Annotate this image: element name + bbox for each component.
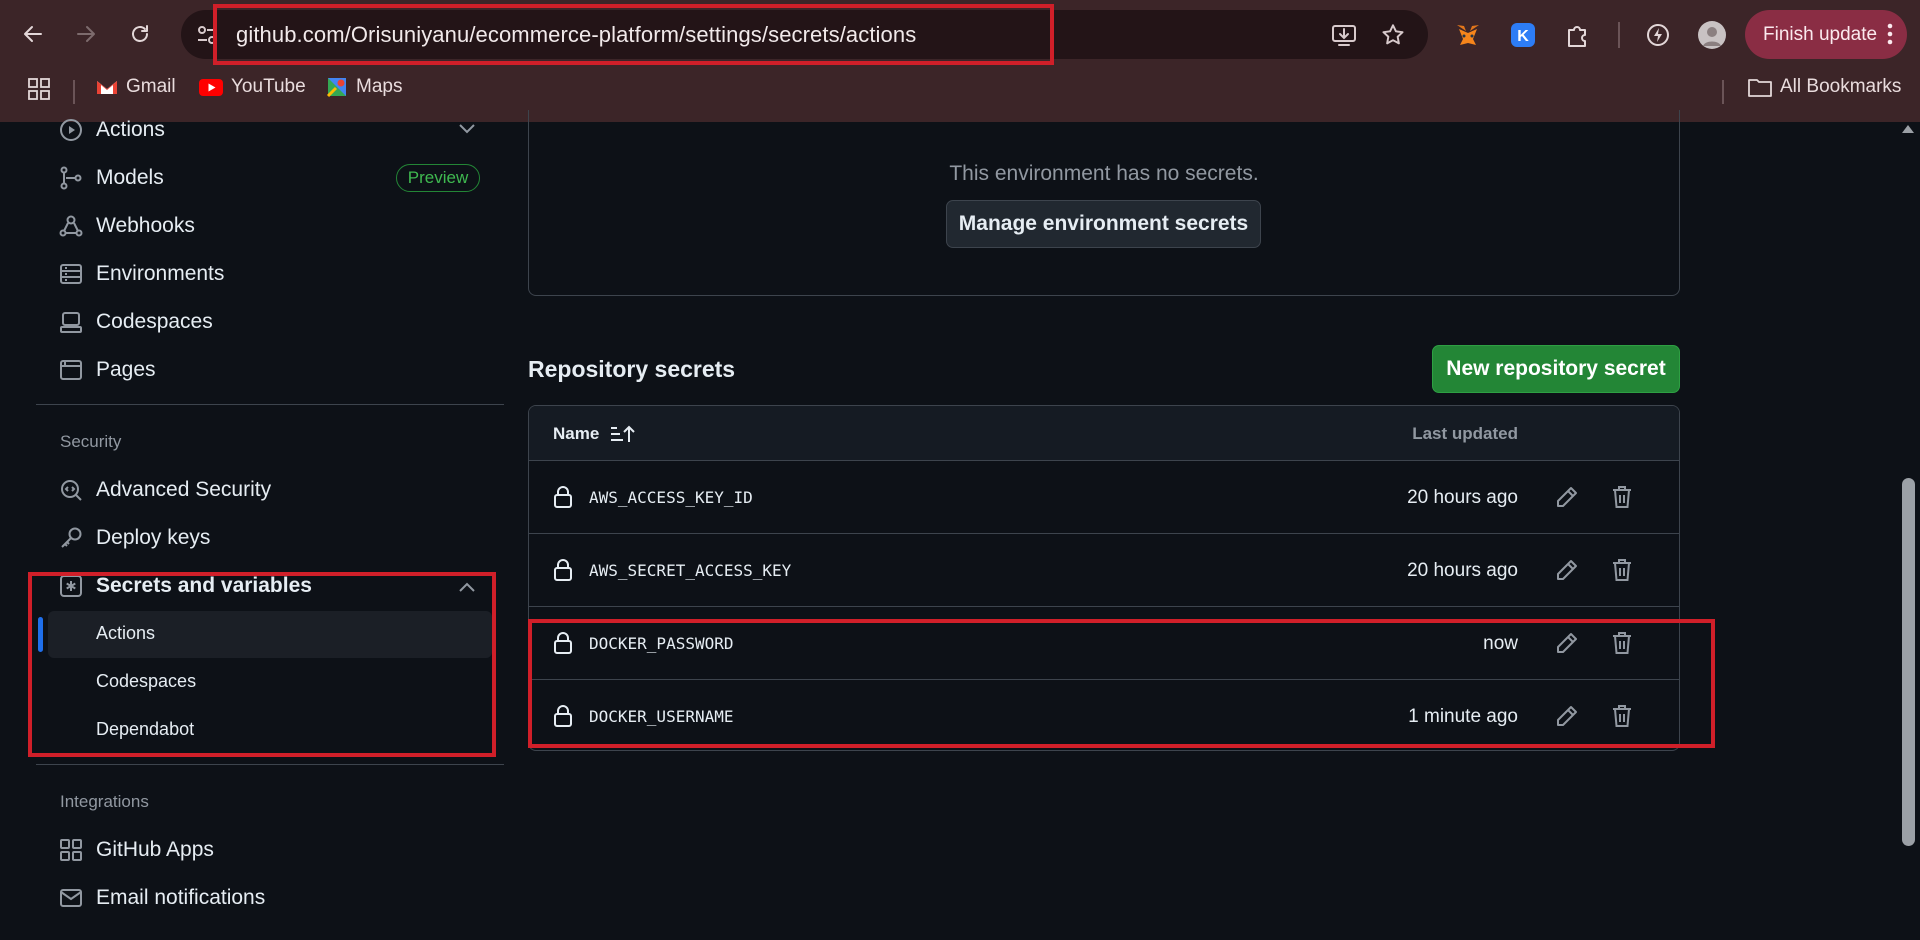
svg-text:K: K <box>1517 28 1529 45</box>
sidebar-item-label: Actions <box>96 118 165 141</box>
trash-icon[interactable] <box>1611 485 1633 509</box>
preview-badge: Preview <box>396 164 480 192</box>
sidebar-item-pages[interactable]: Pages <box>58 354 156 386</box>
models-icon <box>58 165 84 191</box>
sidebar-item-label: Email notifications <box>96 886 266 909</box>
lock-icon <box>553 485 573 509</box>
arrow-right-icon <box>77 26 95 42</box>
sidebar-item-codespaces[interactable]: Codespaces <box>58 306 213 338</box>
sidebar-item-label: Webhooks <box>96 214 195 237</box>
manage-environment-secrets-button[interactable]: Manage environment secrets <box>946 200 1261 248</box>
name-column-header[interactable]: Name <box>553 424 636 444</box>
secret-name: AWS_SECRET_ACCESS_KEY <box>589 561 792 580</box>
apps-grid-icon[interactable] <box>28 78 50 100</box>
new-repository-secret-button[interactable]: New repository secret <box>1432 345 1680 393</box>
bookmark-gmail[interactable]: Gmail <box>96 76 176 98</box>
trash-icon[interactable] <box>1611 558 1633 582</box>
reload-button[interactable] <box>120 14 160 54</box>
k-extension-icon[interactable]: K <box>1507 19 1539 51</box>
bookmark-star-icon[interactable] <box>1380 22 1406 48</box>
webhook-icon <box>58 213 84 239</box>
sidebar-item-deploy-keys[interactable]: Deploy keys <box>58 522 210 554</box>
arrow-left-icon <box>24 26 42 42</box>
security-heading: Security <box>60 432 122 451</box>
secret-updated: 20 hours ago <box>1407 560 1518 581</box>
annotation-box-url <box>213 4 1054 65</box>
last-updated-column-header: Last updated <box>1412 424 1518 443</box>
sidebar-item-environments[interactable]: Environments <box>58 258 224 290</box>
back-button[interactable] <box>13 14 53 54</box>
pencil-icon[interactable] <box>1555 558 1579 582</box>
column-label: Name <box>553 424 600 443</box>
codespaces-icon <box>58 309 84 335</box>
forward-button[interactable] <box>66 14 106 54</box>
finish-update-button[interactable]: Finish update <box>1745 10 1907 59</box>
table-header: Name Last updated <box>529 406 1679 461</box>
scrollbar-thumb[interactable] <box>1902 478 1915 846</box>
table-row: AWS_ACCESS_KEY_ID 20 hours ago <box>529 461 1679 534</box>
bookmark-label: Gmail <box>126 76 176 97</box>
chevron-down-icon[interactable] <box>458 122 476 134</box>
sidebar-item-models[interactable]: Models <box>58 162 164 194</box>
performance-icon[interactable] <box>1642 19 1674 51</box>
sidebar-item-label: Deploy keys <box>96 526 211 549</box>
apps-icon <box>58 837 84 863</box>
sidebar-item-label: GitHub Apps <box>96 838 214 861</box>
all-bookmarks-label: All Bookmarks <box>1780 76 1902 97</box>
finish-update-label: Finish update <box>1763 23 1878 45</box>
sidebar-item-label: Models <box>96 166 164 189</box>
browser-icon <box>58 357 84 383</box>
extensions-puzzle-icon[interactable] <box>1562 19 1594 51</box>
play-circle-icon <box>58 117 84 143</box>
bookmarks-divider-right <box>1722 80 1724 104</box>
sidebar-item-email-notifications[interactable]: Email notifications <box>58 882 265 914</box>
server-icon <box>58 261 84 287</box>
sort-ascending-icon <box>611 425 636 442</box>
annotation-box-secrets-nav <box>28 572 496 757</box>
all-bookmarks-button[interactable]: All Bookmarks <box>1748 76 1901 98</box>
lock-icon <box>553 558 573 582</box>
codescan-icon <box>58 477 84 503</box>
sidebar-divider <box>36 764 504 765</box>
integrations-heading: Integrations <box>60 792 149 811</box>
sidebar-item-github-apps[interactable]: GitHub Apps <box>58 834 214 866</box>
scroll-up-arrow-icon[interactable] <box>1901 124 1915 134</box>
pencil-icon[interactable] <box>1555 485 1579 509</box>
empty-env-message: This environment has no secrets. <box>949 162 1259 185</box>
more-menu-icon[interactable] <box>1887 23 1893 45</box>
sidebar-divider <box>36 404 504 405</box>
youtube-icon <box>199 78 223 96</box>
secret-updated: 20 hours ago <box>1407 487 1518 508</box>
gmail-icon <box>97 80 117 94</box>
bookmark-youtube[interactable]: YouTube <box>199 76 306 98</box>
key-icon <box>58 525 84 551</box>
bookmark-maps[interactable]: Maps <box>326 76 402 98</box>
toolbar-divider <box>1618 22 1620 48</box>
bookmarks-divider <box>73 80 75 104</box>
sidebar-item-label: Advanced Security <box>96 478 272 501</box>
sidebar-item-webhooks[interactable]: Webhooks <box>58 210 195 242</box>
bookmark-label: Maps <box>356 76 403 97</box>
sidebar-item-label: Pages <box>96 358 156 381</box>
sidebar-item-advanced-security[interactable]: Advanced Security <box>58 474 271 506</box>
sidebar-item-actions[interactable]: Actions <box>58 114 165 146</box>
profile-avatar[interactable] <box>1696 19 1728 51</box>
table-row: AWS_SECRET_ACCESS_KEY 20 hours ago <box>529 534 1679 607</box>
install-app-icon[interactable] <box>1331 22 1357 48</box>
folder-icon <box>1748 79 1772 97</box>
bookmark-label: YouTube <box>231 76 306 97</box>
sidebar-item-label: Environments <box>96 262 225 285</box>
bookmarks-bar: Gmail YouTube Maps All Bookmarks <box>0 72 1920 108</box>
metamask-extension-icon[interactable] <box>1452 19 1484 51</box>
reload-icon <box>132 25 148 42</box>
annotation-box-docker-rows <box>528 619 1715 748</box>
sidebar-item-label: Codespaces <box>96 310 213 333</box>
secret-name: AWS_ACCESS_KEY_ID <box>589 488 753 507</box>
mail-icon <box>58 885 84 911</box>
maps-icon <box>326 78 346 98</box>
repository-secrets-title: Repository secrets <box>528 356 736 382</box>
